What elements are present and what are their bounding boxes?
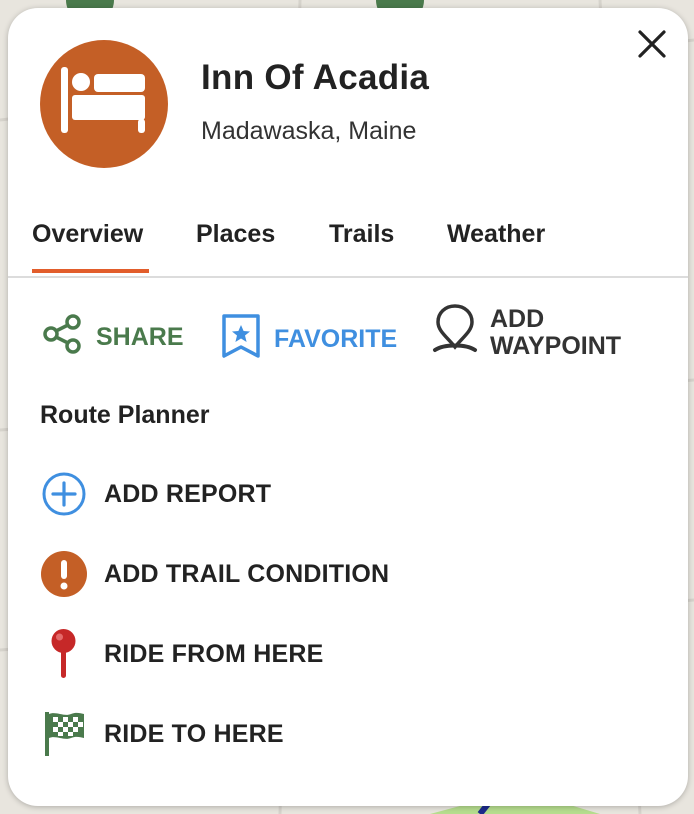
add-waypoint-button[interactable]: ADD WAYPOINT xyxy=(432,303,621,362)
route-planner-heading: Route Planner xyxy=(40,401,210,429)
place-category-avatar xyxy=(40,40,168,168)
add-trail-condition-button[interactable]: ADD TRAIL CONDITION xyxy=(40,550,640,598)
favorite-label: FAVORITE xyxy=(274,325,398,353)
close-button[interactable] xyxy=(634,28,670,64)
tab-places[interactable]: Places xyxy=(196,220,275,249)
place-location: Madawaska, Maine xyxy=(201,117,417,145)
bookmark-star-icon xyxy=(220,313,262,366)
add-trail-condition-label: ADD TRAIL CONDITION xyxy=(104,559,390,588)
tab-trails[interactable]: Trails xyxy=(329,220,394,249)
add-report-button[interactable]: ADD REPORT xyxy=(40,470,640,518)
checkered-flag-icon xyxy=(40,710,88,758)
add-waypoint-label: ADD WAYPOINT xyxy=(490,304,622,360)
ride-from-here-button[interactable]: RIDE FROM HERE xyxy=(40,629,640,678)
ride-to-here-label: RIDE TO HERE xyxy=(104,719,284,748)
add-waypoint-label-line1: ADD xyxy=(490,304,545,333)
bed-icon xyxy=(59,66,149,142)
add-waypoint-label-line2: WAYPOINT xyxy=(490,331,622,360)
add-report-label: ADD REPORT xyxy=(104,479,272,508)
ride-to-here-button[interactable]: RIDE TO HERE xyxy=(40,710,640,758)
ride-from-here-label: RIDE FROM HERE xyxy=(104,639,324,668)
share-button[interactable]: SHARE xyxy=(42,313,184,362)
share-label: SHARE xyxy=(96,323,184,351)
waypoint-pin-icon xyxy=(432,303,478,362)
alert-circle-icon xyxy=(40,550,88,598)
place-title: Inn Of Acadia xyxy=(201,58,430,97)
place-details-card: Inn Of Acadia Madawaska, Maine Overview … xyxy=(8,8,688,806)
active-tab-indicator xyxy=(32,269,149,273)
favorite-button[interactable]: FAVORITE xyxy=(220,313,397,366)
tab-bar: Overview Places Trails Weather xyxy=(8,206,688,278)
tab-weather[interactable]: Weather xyxy=(447,220,545,249)
map-pin-icon xyxy=(40,629,88,678)
plus-circle-icon xyxy=(40,470,88,518)
close-icon xyxy=(637,29,667,64)
quick-actions: SHARE FAVORITE ADD WAYPOINT xyxy=(8,303,688,373)
share-icon xyxy=(42,313,84,362)
tab-overview[interactable]: Overview xyxy=(32,220,143,249)
